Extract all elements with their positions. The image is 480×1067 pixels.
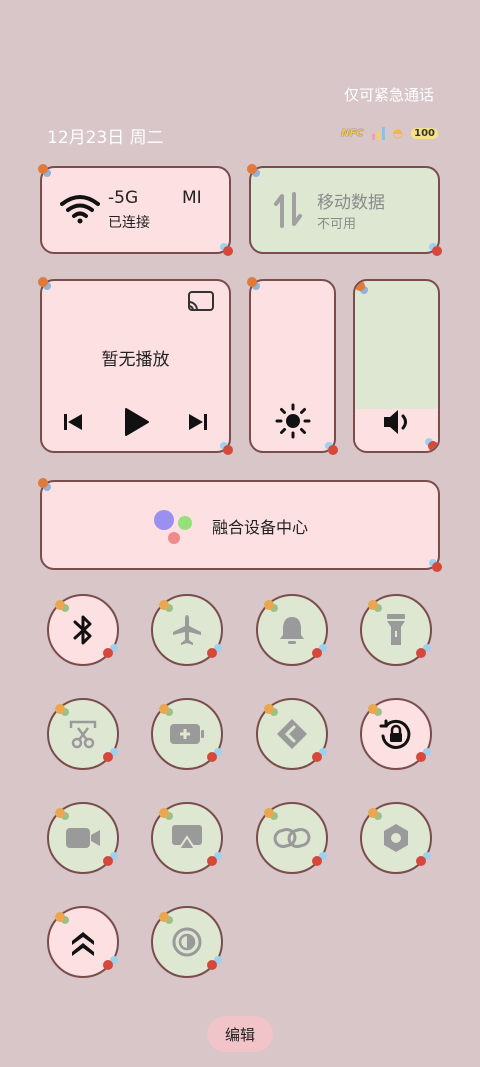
decoration-icon (159, 808, 169, 818)
ring-mode-toggle[interactable] (256, 594, 328, 666)
performance-mode-toggle[interactable] (47, 906, 119, 978)
bluetooth-toggle[interactable] (47, 594, 119, 666)
device-center-label: 融合设备中心 (212, 518, 309, 537)
brightness-slider[interactable] (247, 277, 338, 455)
dark-mode-toggle[interactable] (151, 906, 223, 978)
decoration-icon (159, 600, 169, 610)
volume-speaker-icon (384, 410, 407, 434)
nearby-share-toggle[interactable] (256, 698, 328, 770)
double-chevron-up-icon (72, 932, 94, 956)
wifi-tile[interactable]: -5G MI 已连接 (38, 164, 233, 256)
decoration-icon (159, 704, 169, 714)
decoration-icon (368, 600, 378, 610)
decoration-icon (264, 600, 274, 610)
decoration-icon (55, 704, 65, 714)
decoration-icon (432, 562, 442, 572)
dark-mode-icon (172, 927, 202, 957)
brightness-sun-icon (275, 403, 311, 439)
cast-screen-icon[interactable] (187, 290, 215, 312)
signal-icon (371, 126, 385, 140)
decoration-icon (207, 960, 217, 970)
decoration-icon (247, 277, 257, 287)
decoration-icon (416, 752, 426, 762)
screenshot-toggle[interactable] (47, 698, 119, 770)
mobile-data-title: 移动数据 (317, 193, 385, 213)
decoration-icon (432, 246, 442, 256)
decoration-icon (103, 752, 113, 762)
video-camera-icon (66, 828, 100, 848)
decoration-icon (312, 648, 322, 658)
decoration-icon (55, 600, 65, 610)
nfc-icon: NFC (341, 127, 364, 139)
airplane-icon (173, 615, 201, 645)
decoration-icon (312, 752, 322, 762)
battery-icon: 100 (411, 127, 438, 139)
decoration-icon (55, 912, 65, 922)
screen-record-toggle[interactable] (47, 802, 119, 874)
decoration-icon (38, 277, 48, 287)
scissors-screenshot-icon (69, 720, 97, 749)
decoration-icon (207, 856, 217, 866)
mobile-data-status: 不可用 (317, 217, 357, 232)
rotation-lock-toggle[interactable] (360, 698, 432, 770)
next-track-icon[interactable] (187, 412, 209, 432)
decoration-icon (416, 648, 426, 658)
decoration-icon (247, 164, 257, 174)
decoration-icon (103, 856, 113, 866)
decoration-icon (223, 445, 233, 455)
decoration-icon (312, 856, 322, 866)
device-center-tile[interactable]: 融合设备中心 (38, 478, 442, 572)
decoration-icon (428, 441, 438, 451)
previous-track-icon[interactable] (62, 412, 84, 432)
airplane-toggle[interactable] (151, 594, 223, 666)
flashlight-toggle[interactable] (360, 594, 432, 666)
status-bar: NFC ◓ 100 (341, 126, 438, 140)
date-label: 12月23日 周二 (47, 128, 164, 148)
decoration-icon (264, 808, 274, 818)
device-center-dots-icon (154, 510, 192, 544)
decoration-icon (159, 912, 169, 922)
media-player-tile: 暂无播放 (38, 277, 233, 455)
decoration-icon (355, 281, 365, 291)
wifi-name-part2: MI (182, 188, 202, 208)
data-transfer-icon (274, 192, 302, 228)
battery-plus-icon (170, 724, 204, 744)
battery-saver-toggle[interactable] (151, 698, 223, 770)
hexagon-settings-icon (384, 824, 408, 852)
wifi-icon (60, 195, 100, 224)
decoration-icon (38, 164, 48, 174)
decoration-icon (416, 856, 426, 866)
link-toggle[interactable] (256, 802, 328, 874)
media-title: 暂无播放 (101, 350, 170, 370)
volume-slider[interactable] (353, 279, 440, 453)
media-controls (62, 407, 209, 437)
rotation-lock-icon (379, 719, 411, 749)
wifi-name-part1: -5G (108, 188, 139, 208)
link-icon (273, 827, 311, 849)
decoration-icon (264, 704, 274, 714)
decoration-icon (103, 648, 113, 658)
edit-button[interactable]: 编辑 (207, 1016, 273, 1052)
screen-cast-toggle[interactable] (151, 802, 223, 874)
decoration-icon (38, 478, 48, 488)
play-icon[interactable] (122, 407, 150, 437)
decoration-icon (223, 246, 233, 256)
flashlight-icon (387, 614, 405, 645)
decoration-icon (207, 648, 217, 658)
share-icon (277, 719, 307, 749)
mobile-data-tile[interactable]: 移动数据 不可用 (247, 164, 442, 256)
cast-icon (172, 825, 202, 850)
decoration-icon (103, 960, 113, 970)
wifi-status-icon: ◓ (392, 126, 404, 140)
bell-icon (280, 617, 304, 644)
decoration-icon (368, 704, 378, 714)
settings-toggle[interactable] (360, 802, 432, 874)
decoration-icon (328, 445, 338, 455)
decoration-icon (207, 752, 217, 762)
decoration-icon (55, 808, 65, 818)
bluetooth-icon (73, 615, 92, 645)
decoration-icon (368, 808, 378, 818)
emergency-calls-only-note: 仅可紧急通话 (343, 86, 434, 104)
wifi-status: 已连接 (108, 215, 150, 231)
